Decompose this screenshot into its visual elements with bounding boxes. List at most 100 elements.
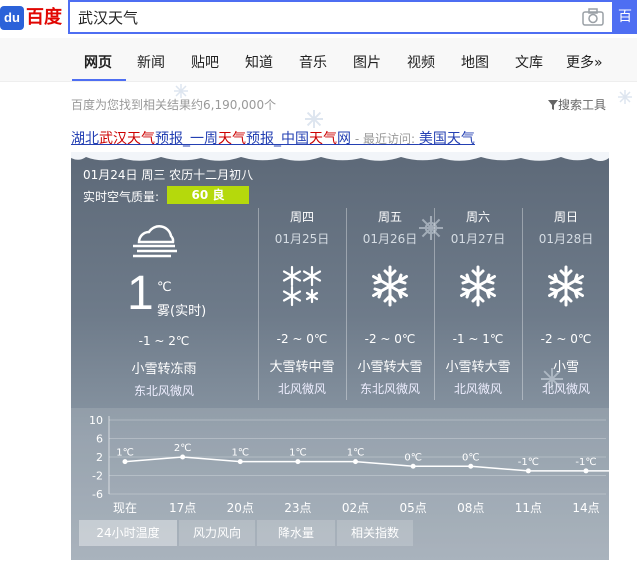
- forecast-day[interactable]: 周四 01月25日 -2 ~ 0℃ 大雪转中雪 北风微风: [258, 208, 346, 400]
- tab-more[interactable]: 更多»: [566, 52, 603, 72]
- snowflake-decoration-icon: [541, 368, 563, 390]
- data-point: [410, 463, 416, 469]
- tab-video[interactable]: 视频: [407, 52, 435, 72]
- data-label: 1℃: [289, 448, 307, 459]
- search-button[interactable]: 百: [612, 0, 637, 34]
- result-title-link[interactable]: 湖北武汉天气预报_一周天气预报_中国天气网 - 最近访问: 美国天气: [71, 128, 475, 148]
- search-box: [68, 0, 613, 34]
- today-wind: 东北风微风: [133, 384, 194, 398]
- current-condition: 雾(实时): [157, 304, 207, 319]
- recent-visit-label: - 最近访问:: [351, 132, 419, 146]
- tab-wind[interactable]: 风力风向: [179, 520, 255, 546]
- title-part: 预报_一周: [155, 131, 218, 147]
- x-tick-label: 17点: [169, 501, 196, 515]
- forecast-wind: 北风微风: [541, 382, 590, 396]
- forecast-weather: 大雪转中雪: [269, 360, 335, 375]
- top-bar: du 百度 百: [0, 0, 637, 36]
- forecast-date: 01月28日: [538, 232, 594, 246]
- search-tools-button[interactable]: 搜索工具: [548, 96, 606, 113]
- forecast-temp-range: -2 ~ 0℃: [540, 332, 592, 346]
- title-part: 预报_中国: [246, 131, 309, 147]
- data-point: [180, 454, 186, 460]
- data-label: 0℃: [462, 452, 480, 463]
- data-point: [525, 468, 531, 474]
- snowflake-decoration-icon: [174, 84, 188, 98]
- data-label: 1℃: [231, 448, 249, 459]
- recent-visit-link[interactable]: 美国天气: [419, 131, 475, 147]
- x-tick-label: 现在: [113, 501, 137, 515]
- temperature-chart: 10 6 2 -2 -6 1℃ 现在 2℃ 17点 1℃ 20点 1℃ 23点 1℃ 02点 0℃ 05点 0℃ 0…: [89, 414, 609, 515]
- x-tick-label: 02点: [342, 501, 369, 515]
- forecast-day-name: 周四: [289, 210, 314, 224]
- forecast-weather: 小雪转大雪: [445, 360, 511, 375]
- data-label: 2℃: [174, 443, 192, 454]
- forecast-weather: 小雪: [552, 360, 579, 375]
- fog-cloud-icon: [133, 225, 177, 258]
- active-tab-indicator: [72, 79, 126, 81]
- forecast-temp-range: -2 ~ 0℃: [364, 332, 416, 346]
- forecast-wind: 东北风微风: [359, 382, 420, 396]
- tab-zhidao[interactable]: 知道: [245, 52, 273, 72]
- title-part: 网: [337, 131, 351, 147]
- x-tick-label: 14点: [572, 501, 599, 515]
- snowflake-decoration-icon: [305, 110, 323, 128]
- forecast-temp-range: -1 ~ 1℃: [452, 332, 504, 346]
- x-tick-label: 11点: [515, 501, 542, 515]
- data-point: [295, 459, 301, 465]
- data-point: [122, 459, 128, 465]
- search-input[interactable]: [78, 2, 568, 32]
- snowflake-decoration-icon: [618, 90, 632, 104]
- tab-24h-temperature[interactable]: 24小时温度: [79, 520, 177, 546]
- forecast-weather: 小雪转大雪: [357, 360, 423, 375]
- data-label: 1℃: [347, 448, 365, 459]
- tab-precipitation[interactable]: 降水量: [257, 520, 335, 546]
- filter-icon: [548, 100, 558, 110]
- tab-news[interactable]: 新闻: [137, 52, 165, 72]
- tab-images[interactable]: 图片: [353, 52, 381, 72]
- x-tick-label: 23点: [284, 501, 311, 515]
- data-point: [353, 459, 358, 465]
- result-count: 百度为您找到相关结果约6,190,000个: [71, 98, 277, 112]
- snow-cap-decoration: [71, 152, 609, 161]
- air-quality-badge[interactable]: 60 良: [167, 186, 249, 204]
- data-label: -1℃: [518, 457, 539, 468]
- weather-card: 01月24日 周三 农历十二月初八 实时空气质量: 60 良 1 ℃ 雾(实时)…: [71, 152, 609, 560]
- tab-maps[interactable]: 地图: [461, 52, 489, 72]
- tab-web[interactable]: 网页: [84, 52, 112, 72]
- data-label: 1℃: [116, 448, 134, 459]
- today-weather: 小雪转冻雨: [131, 362, 197, 377]
- title-keyword: 天气: [218, 131, 246, 147]
- baidu-logo[interactable]: du 百度: [0, 4, 64, 32]
- data-label: 0℃: [404, 452, 422, 463]
- data-point: [237, 459, 243, 465]
- title-keyword: 武汉天气: [99, 131, 155, 147]
- snowflake-icon: [372, 265, 408, 307]
- forecast-wind: 北风微风: [453, 382, 502, 396]
- air-quality-label: 实时空气质量:: [83, 190, 160, 204]
- heavy-snow-icon: [282, 265, 322, 307]
- search-tools-label: 搜索工具: [558, 98, 607, 112]
- tab-wenku[interactable]: 文库: [515, 52, 543, 72]
- forecast-date: 01月27日: [450, 232, 506, 246]
- y-tick-label: 10: [89, 414, 103, 427]
- y-tick-label: -2: [92, 470, 103, 483]
- chart-tabs: 24小时温度 风力风向 降水量 相关指数: [71, 520, 609, 546]
- tab-music[interactable]: 音乐: [299, 52, 327, 72]
- tab-tieba[interactable]: 贴吧: [191, 52, 219, 72]
- forecast-date: 01月25日: [274, 232, 330, 246]
- data-point: [468, 463, 474, 469]
- camera-icon[interactable]: [582, 8, 604, 26]
- forecast-day[interactable]: 周六 01月27日 -1 ~ 1℃ 小雪转大雪 北风微风: [434, 208, 522, 400]
- logo-text: 百度: [26, 7, 62, 28]
- forecast-day-name: 周日: [553, 210, 578, 224]
- forecast-day-name: 周六: [465, 210, 490, 224]
- today-date: 01月24日 周三 农历十二月初八: [83, 168, 254, 182]
- nav-tabs: 网页 新闻 贴吧 知道 音乐 图片 视频 地图 文库 更多»: [0, 38, 637, 82]
- x-tick-label: 08点: [457, 501, 484, 515]
- tab-indices[interactable]: 相关指数: [337, 520, 413, 546]
- x-tick-label: 20点: [227, 501, 254, 515]
- y-tick-label: -6: [92, 488, 103, 501]
- x-tick-label: 05点: [399, 501, 426, 515]
- snowflake-decoration-icon: [419, 216, 443, 240]
- forecast-day[interactable]: 周日 01月28日 -2 ~ 0℃ 小雪 北风微风: [522, 208, 609, 400]
